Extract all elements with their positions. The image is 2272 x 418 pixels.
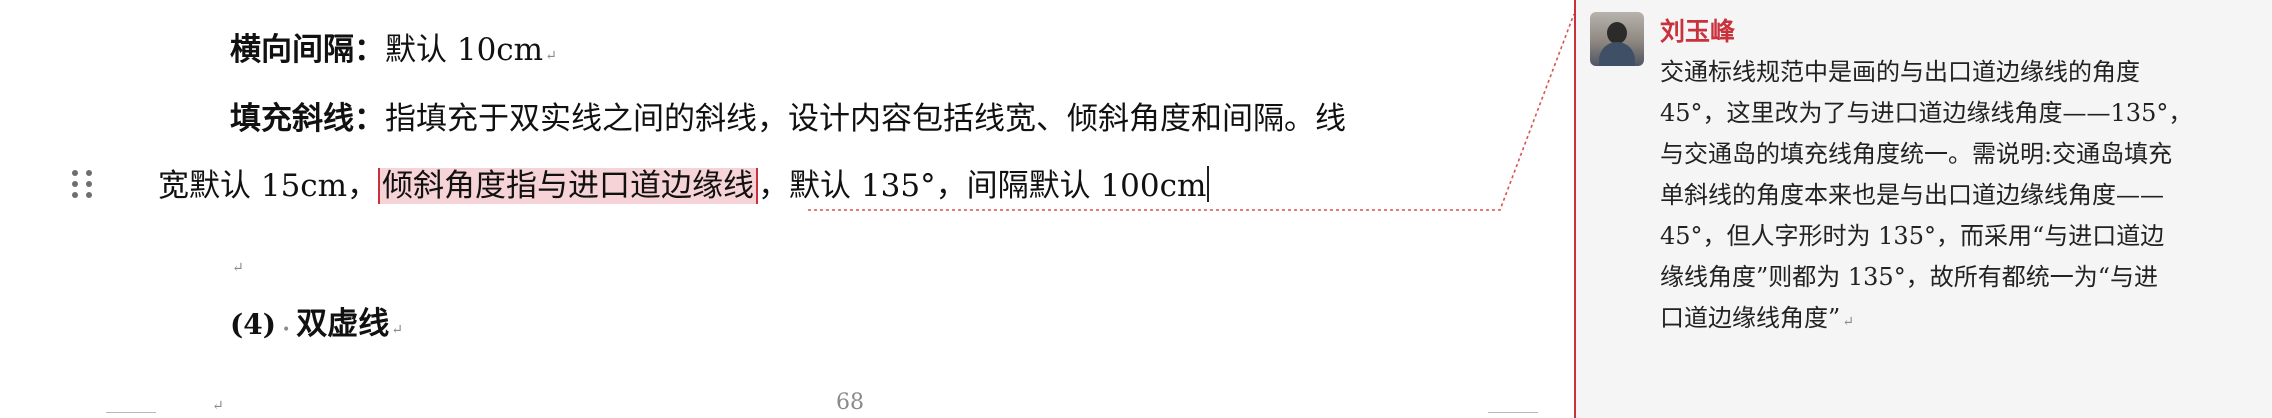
comment-pane[interactable]: 刘玉峰 交通标线规范中是画的与出口道边缘线的角度 45°，这里改为了与进口道边缘…: [1574, 0, 2272, 418]
comment-line: 45°，但人字形时为 135°，而采用“与进口道边: [1660, 222, 2165, 250]
heading-separator: •: [281, 322, 291, 338]
section-heading[interactable]: (4) • 双虚线 ↵: [230, 302, 403, 352]
paragraph-mark: ↵: [391, 322, 403, 338]
comment-line: 缘线角度”则都为 135°，故所有都统一为“与进: [1660, 263, 2158, 291]
page-corner-right: [1488, 412, 1538, 413]
paragraph-mark: ↵: [232, 260, 244, 276]
user-avatar[interactable]: [1590, 12, 1644, 66]
document-page[interactable]: 横向间隔：默认 10cm ↵ 填充斜线：指填充于双实线之间的斜线，设计内容包括线宽…: [0, 0, 1574, 418]
heading-number: (4): [230, 308, 276, 341]
page-corner-left: [106, 412, 156, 413]
comment-line: 单斜线的角度本来也是与出口道边缘线角度——: [1660, 181, 2164, 209]
comment-author: 刘玉峰: [1660, 17, 1736, 46]
drag-handle-icon[interactable]: [72, 170, 94, 200]
comment-body[interactable]: 交通标线规范中是画的与出口道边缘线的角度 45°，这里改为了与进口道边缘线角度—…: [1660, 52, 2240, 343]
paragraph-mark: ↵: [545, 48, 557, 64]
comment-line: 与交通岛的填充线角度统一。需说明:交通岛填充: [1660, 140, 2173, 168]
paragraph-mark: ↵: [212, 398, 224, 414]
commented-text-highlight[interactable]: 倾斜角度指与进口道边缘线: [378, 168, 759, 204]
doc-line-continued[interactable]: 宽默认 15cm， 倾斜角度指与进口道边缘线 ，默认 135°，间隔默认 100cm: [158, 164, 1210, 208]
term-value: 默认 10cm: [385, 32, 544, 68]
term-description: 指填充于双实线之间的斜线，设计内容包括线宽、倾斜角度和间隔。线: [385, 101, 1346, 137]
heading-title: 双虚线: [296, 306, 390, 342]
empty-paragraph[interactable]: ↵: [230, 240, 244, 290]
term-label: 填充斜线：: [230, 101, 385, 137]
comment-line-last: 口道边缘线角度” ↵: [1660, 304, 1855, 332]
paragraph-mark: ↵: [1842, 314, 1855, 330]
term-label: 横向间隔：: [230, 32, 385, 68]
doc-line-horizontal-spacing[interactable]: 横向间隔：默认 10cm ↵: [230, 28, 557, 78]
page-number: 68: [836, 390, 864, 415]
text-after-highlight: ，默认 135°，间隔默认 100cm: [758, 168, 1207, 204]
text-before-highlight: 宽默认 15cm，: [158, 168, 379, 204]
comment-line: 45°，这里改为了与进口道边缘线角度——135°，: [1660, 99, 2193, 127]
comment-line: 交通标线规范中是画的与出口道边缘线的角度: [1660, 58, 2140, 86]
doc-line-fill-diagonal[interactable]: 填充斜线：指填充于双实线之间的斜线，设计内容包括线宽、倾斜角度和间隔。线: [230, 97, 1346, 141]
text-cursor: [1207, 166, 1210, 202]
